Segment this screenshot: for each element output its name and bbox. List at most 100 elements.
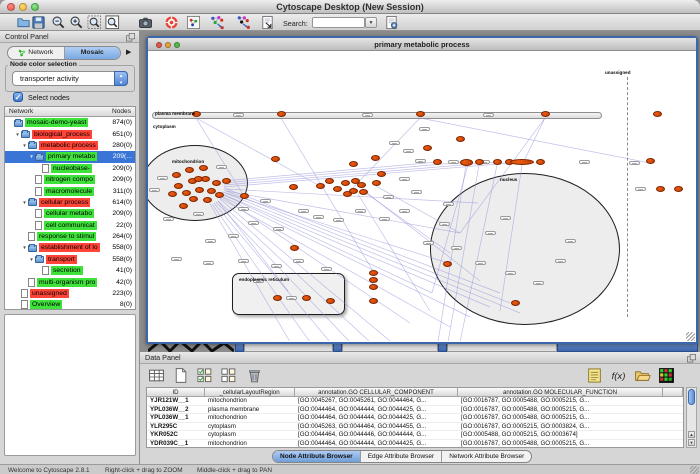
- expand-arrow-icon[interactable]: ▼: [21, 143, 28, 148]
- network-overview-icon[interactable]: [186, 15, 201, 30]
- zoom-selected-region-icon[interactable]: [87, 15, 102, 30]
- tree-row-nitrogen-compo[interactable]: nitrogen compo209(0): [5, 174, 135, 185]
- new-attribute-icon[interactable]: [172, 367, 189, 384]
- tree-row-cellular-metabo[interactable]: cellular metabo209(0): [5, 208, 135, 219]
- configure-search-icon[interactable]: [384, 15, 399, 30]
- network-node[interactable]: [168, 191, 177, 197]
- tab-network[interactable]: Network: [8, 47, 65, 59]
- tab-mosaic[interactable]: Mosaic: [65, 47, 121, 59]
- column-header[interactable]: annotation.GO CELLULAR_COMPONENT: [295, 388, 458, 397]
- network-node[interactable]: [302, 295, 311, 301]
- tree-row-mosaic-demo-yeast[interactable]: mosaic-demo-yeast874(0): [5, 117, 135, 128]
- network-node[interactable]: [207, 188, 216, 194]
- network-node[interactable]: [433, 159, 442, 165]
- attribute-table[interactable]: ID_cellularLayoutRegionannotation.GO CEL…: [146, 387, 684, 448]
- expand-arrow-icon[interactable]: ▼: [28, 257, 35, 262]
- network-window-resize-grip[interactable]: [686, 332, 695, 341]
- column-header[interactable]: ID: [147, 388, 205, 397]
- export-image-snapshot-icon[interactable]: [138, 15, 153, 30]
- tree-row-multi-organism-pro[interactable]: multi-organism pro42(0): [5, 276, 135, 287]
- network-node[interactable]: [316, 183, 325, 189]
- scroll-down-button[interactable]: ▼: [688, 439, 695, 446]
- network-node[interactable]: [203, 197, 212, 203]
- help-icon[interactable]: [164, 15, 179, 30]
- column-header[interactable]: annotation.GO MOLECULAR_FUNCTION: [458, 388, 663, 397]
- network-node[interactable]: [326, 298, 335, 304]
- network-node[interactable]: [349, 161, 358, 167]
- network-node[interactable]: [290, 245, 299, 251]
- network-view-window[interactable]: primary metabolic process plasma membran…: [146, 36, 698, 344]
- network-node[interactable]: [423, 145, 432, 151]
- tree-row-response-to-stimul[interactable]: response to stimul264(0): [5, 231, 135, 242]
- expand-arrow-icon[interactable]: ▼: [28, 154, 35, 159]
- float-panel-icon[interactable]: [126, 33, 135, 42]
- tab-overflow-arrow[interactable]: ▶: [126, 48, 131, 56]
- network-node[interactable]: [653, 111, 662, 117]
- expand-arrow-icon[interactable]: ▼: [14, 132, 21, 137]
- window-titlebar[interactable]: Cytoscape Desktop (New Session): [0, 0, 700, 14]
- apply-layout-icon[interactable]: [210, 15, 225, 30]
- combo-stepper-icon[interactable]: ▲▼: [114, 71, 128, 86]
- network-node[interactable]: [215, 192, 224, 198]
- zoom-in-icon[interactable]: [69, 15, 84, 30]
- tree-row-macromolecule[interactable]: macromolecule311(0): [5, 185, 135, 196]
- network-node[interactable]: [369, 277, 378, 283]
- select-nodes-checkbox[interactable]: ✓: [13, 92, 23, 102]
- network-node[interactable]: [343, 191, 352, 197]
- network-node[interactable]: [656, 186, 665, 192]
- network-node[interactable]: [493, 159, 502, 165]
- network-node[interactable]: [456, 136, 465, 142]
- network-node[interactable]: [369, 284, 378, 290]
- import-attributes-icon[interactable]: [634, 367, 651, 384]
- tree-row-unassigned[interactable]: unassigned223(0): [5, 288, 135, 299]
- birds-eye-view[interactable]: [4, 314, 136, 456]
- network-node[interactable]: [371, 155, 380, 161]
- zoom-out-icon[interactable]: [51, 15, 66, 30]
- network-node[interactable]: [240, 193, 249, 199]
- window-resize-grip[interactable]: [690, 466, 699, 474]
- network-node[interactable]: [646, 158, 655, 164]
- table-row[interactable]: YJR121W__1mitochondrion[GO:0045267, GO:0…: [147, 397, 683, 406]
- table-row[interactable]: YKR052Ccytoplasm[GO:0044464, GO:0044446,…: [147, 431, 683, 440]
- table-row[interactable]: YPL036W__1mitochondrion[GO:0044464, GO:0…: [147, 414, 683, 423]
- tree-row-primary-metabo[interactable]: ▼primary metabo209(...: [5, 151, 135, 162]
- network-node[interactable]: [195, 187, 204, 193]
- node-color-combo[interactable]: transporter activity ▲▼: [12, 71, 128, 86]
- tree-row-secretion[interactable]: secretion41(0): [5, 265, 135, 276]
- network-node[interactable]: [674, 186, 683, 192]
- tab-edge-attribute-browser[interactable]: Edge Attribute Browser: [361, 451, 442, 462]
- table-row[interactable]: YDR039C__1mitochondrion[GO:0044464, GO:0…: [147, 440, 683, 448]
- network-node[interactable]: [460, 159, 473, 166]
- network-node[interactable]: [377, 171, 386, 177]
- network-node[interactable]: [416, 111, 425, 117]
- tree-row-cell-communicat[interactable]: cell communicat22(0): [5, 220, 135, 231]
- tree-row-biological-process[interactable]: ▼biological_process651(0): [5, 128, 135, 139]
- expand-arrow-icon[interactable]: ▼: [21, 245, 28, 250]
- apply-hierarchic-layout-icon[interactable]: [236, 15, 251, 30]
- search-dropdown-arrow[interactable]: ▼: [365, 17, 377, 28]
- network-node[interactable]: [172, 172, 181, 178]
- network-node[interactable]: [222, 178, 231, 184]
- network-window-titlebar[interactable]: primary metabolic process: [148, 38, 696, 51]
- tree-row-nucleobase-[interactable]: nucleobase-209(0): [5, 163, 135, 174]
- network-node[interactable]: [333, 186, 342, 192]
- network-node[interactable]: [369, 270, 378, 276]
- network-node[interactable]: [341, 180, 350, 186]
- network-node[interactable]: [185, 167, 194, 173]
- tree-row-cellular-process[interactable]: ▼cellular process614(0): [5, 197, 135, 208]
- network-node[interactable]: [511, 300, 520, 306]
- search-input[interactable]: [312, 17, 365, 28]
- function-builder-icon[interactable]: f(x): [610, 367, 627, 384]
- annotation-tool-icon[interactable]: [260, 15, 275, 30]
- network-node[interactable]: [271, 156, 280, 162]
- column-header[interactable]: _cellularLayoutRegion: [205, 388, 295, 397]
- network-node[interactable]: [510, 159, 534, 165]
- network-node[interactable]: [536, 159, 545, 165]
- network-node[interactable]: [359, 189, 368, 195]
- tree-row-transport[interactable]: ▼transport558(0): [5, 254, 135, 265]
- table-row[interactable]: YLR295Ccytoplasm[GO:0045263, GO:0044464,…: [147, 423, 683, 432]
- network-node[interactable]: [351, 178, 360, 184]
- select-attributes-icon[interactable]: [196, 367, 213, 384]
- zoom-fit-content-icon[interactable]: [105, 15, 120, 30]
- tree-row-overview[interactable]: Overview8(0): [5, 299, 135, 310]
